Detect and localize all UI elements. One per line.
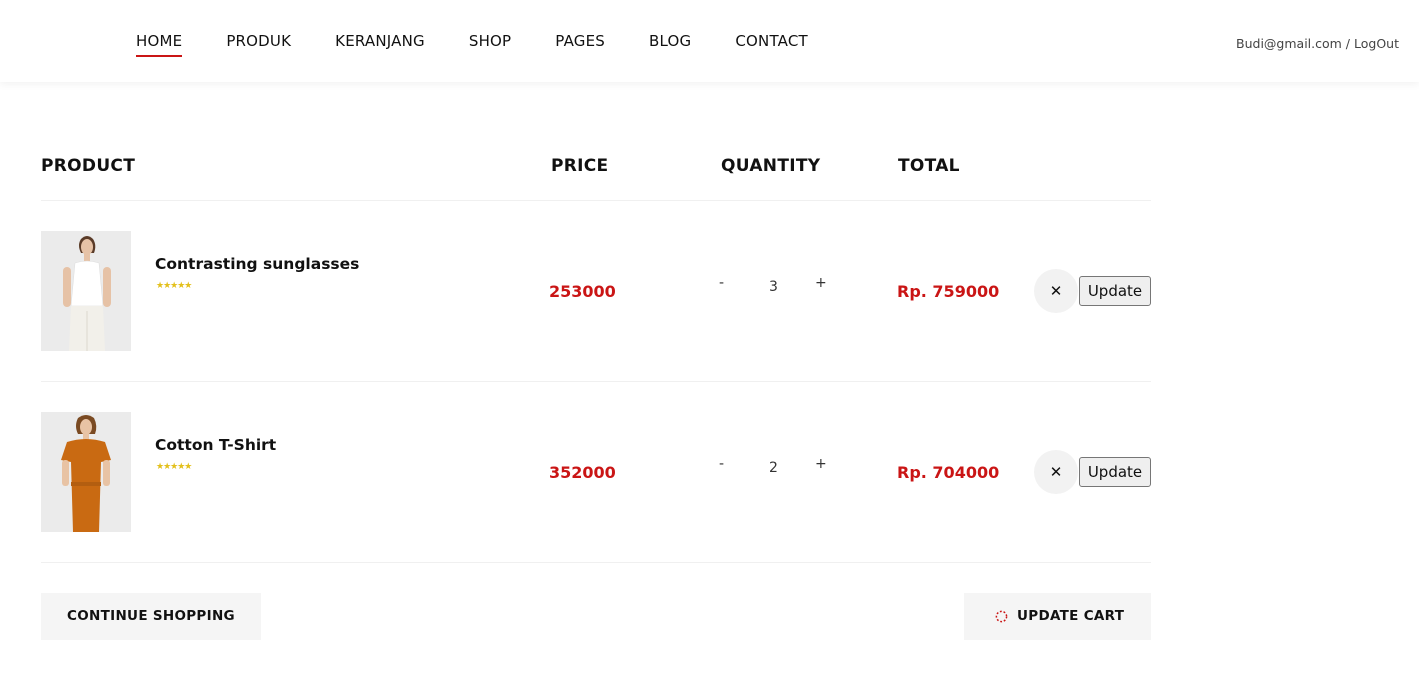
line-total: Rp. 759000: [897, 282, 1000, 301]
close-icon: ✕: [1049, 463, 1063, 481]
nav-item-blog[interactable]: BLOG: [649, 32, 691, 54]
spinner-icon: [995, 610, 1008, 623]
remove-item-button[interactable]: ✕: [1034, 450, 1078, 494]
user-email[interactable]: Budi@gmail.com: [1236, 36, 1342, 51]
quantity-value[interactable]: 2: [769, 460, 778, 476]
nav-item-contact[interactable]: CONTACT: [735, 32, 808, 54]
main-nav: HOME PRODUK KERANJANG SHOP PAGES BLOG CO…: [136, 32, 852, 57]
user-separator: /: [1341, 36, 1354, 51]
cart-row: Contrasting sunglasses ★★★★★ 253000 - 3 …: [0, 231, 1419, 351]
continue-shopping-button[interactable]: CONTINUE SHOPPING: [41, 593, 261, 640]
header-quantity: QUANTITY: [721, 156, 821, 176]
divider: [41, 381, 1151, 382]
close-icon: ✕: [1049, 282, 1063, 300]
update-cart-label: UPDATE CART: [1017, 608, 1125, 624]
header-price: PRICE: [551, 156, 609, 176]
rating-stars: ★★★★★: [156, 281, 192, 291]
line-total: Rp. 704000: [897, 463, 1000, 482]
nav-item-keranjang[interactable]: KERANJANG: [335, 32, 425, 54]
header: HOME PRODUK KERANJANG SHOP PAGES BLOG CO…: [0, 0, 1419, 82]
quantity-increase-button[interactable]: +: [815, 275, 827, 291]
cart-table-header: PRODUCT PRICE QUANTITY TOTAL: [0, 156, 1419, 180]
nav-item-shop[interactable]: SHOP: [469, 32, 511, 54]
header-product: PRODUCT: [41, 156, 136, 176]
update-item-button[interactable]: Update: [1079, 457, 1151, 487]
nav-item-home[interactable]: HOME: [136, 32, 183, 57]
model-white-dress-photo: [41, 231, 131, 351]
nav-item-produk[interactable]: PRODUK: [226, 32, 291, 54]
cart-row: Cotton T-Shirt ★★★★★ 352000 - 2 + Rp. 70…: [0, 412, 1419, 532]
user-account: Budi@gmail.com / LogOut: [1236, 36, 1399, 51]
product-price: 352000: [549, 463, 616, 482]
product-name[interactable]: Cotton T-Shirt: [155, 436, 276, 454]
nav-item-pages[interactable]: PAGES: [555, 32, 605, 54]
quantity-decrease-button[interactable]: -: [719, 275, 724, 291]
quantity-decrease-button[interactable]: -: [719, 456, 724, 472]
divider: [41, 200, 1151, 201]
remove-item-button[interactable]: ✕: [1034, 269, 1078, 313]
model-orange-dress-photo: [41, 412, 131, 532]
quantity-value[interactable]: 3: [769, 279, 778, 295]
update-cart-button[interactable]: UPDATE CART: [964, 593, 1151, 640]
rating-stars: ★★★★★: [156, 462, 192, 472]
logout-link[interactable]: LogOut: [1354, 36, 1399, 51]
product-name[interactable]: Contrasting sunglasses: [155, 255, 359, 273]
header-total: TOTAL: [898, 156, 960, 176]
update-item-button[interactable]: Update: [1079, 276, 1151, 306]
quantity-increase-button[interactable]: +: [815, 456, 827, 472]
divider: [41, 562, 1151, 563]
product-price: 253000: [549, 282, 616, 301]
